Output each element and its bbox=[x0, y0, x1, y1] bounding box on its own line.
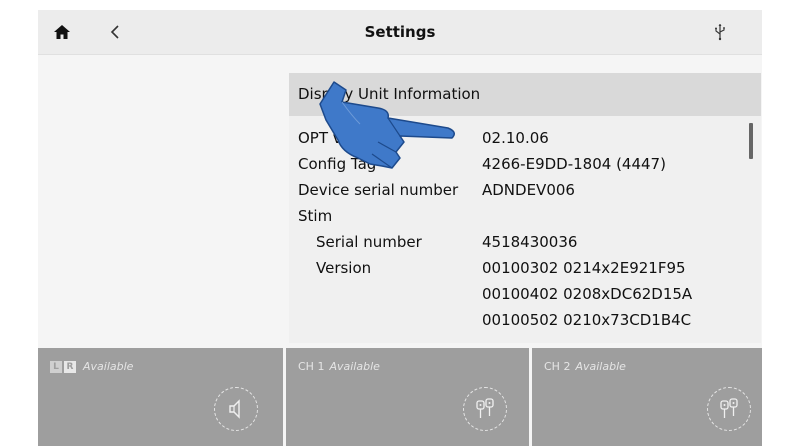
channel-name: CH 1 bbox=[298, 360, 325, 373]
card-label: CH 1 Available bbox=[298, 360, 380, 373]
app-frame: Settings Display Unit Information OPT ve… bbox=[38, 10, 762, 446]
usb-icon bbox=[715, 24, 725, 41]
page-title: Settings bbox=[364, 23, 436, 41]
row-value: 4518430036 bbox=[482, 233, 578, 251]
electrode-pair-icon[interactable] bbox=[707, 387, 751, 431]
channel-card-2[interactable]: CH 2 Available bbox=[532, 348, 762, 446]
top-bar: Settings bbox=[38, 10, 762, 55]
section-label: Stim bbox=[298, 207, 333, 225]
card-status: Available bbox=[329, 360, 380, 373]
back-chevron-icon[interactable] bbox=[106, 22, 126, 42]
channel-name: CH 2 bbox=[544, 360, 571, 373]
channel-card-1[interactable]: CH 1 Available bbox=[286, 348, 529, 446]
card-status: Available bbox=[83, 360, 134, 373]
row-value: 00100402 0208xDC62D15A bbox=[482, 285, 693, 303]
row-label: Device serial number bbox=[298, 181, 459, 199]
row-value: 00100302 0214x2E921F95 bbox=[482, 259, 686, 277]
speaker-icon[interactable] bbox=[214, 387, 258, 431]
home-icon[interactable] bbox=[52, 22, 72, 42]
card-status: Available bbox=[575, 360, 626, 373]
row-value: ADNDEV006 bbox=[482, 181, 575, 199]
right-badge: R bbox=[64, 361, 76, 373]
electrode-pair-icon[interactable] bbox=[463, 387, 507, 431]
card-label: L R Available bbox=[50, 360, 133, 373]
row-label: Version bbox=[316, 259, 372, 277]
row-value: 4266-E9DD-1804 (4447) bbox=[482, 155, 666, 173]
left-badge: L bbox=[50, 361, 62, 373]
scrollbar[interactable] bbox=[749, 123, 753, 159]
device-card-lr[interactable]: L R Available bbox=[38, 348, 283, 446]
pointing-hand-icon bbox=[319, 81, 455, 169]
row-label: Serial number bbox=[316, 233, 422, 251]
row-value: 02.10.06 bbox=[482, 129, 549, 147]
card-label: CH 2 Available bbox=[544, 360, 626, 373]
row-value: 00100502 0210x73CD1B4C bbox=[482, 311, 692, 329]
